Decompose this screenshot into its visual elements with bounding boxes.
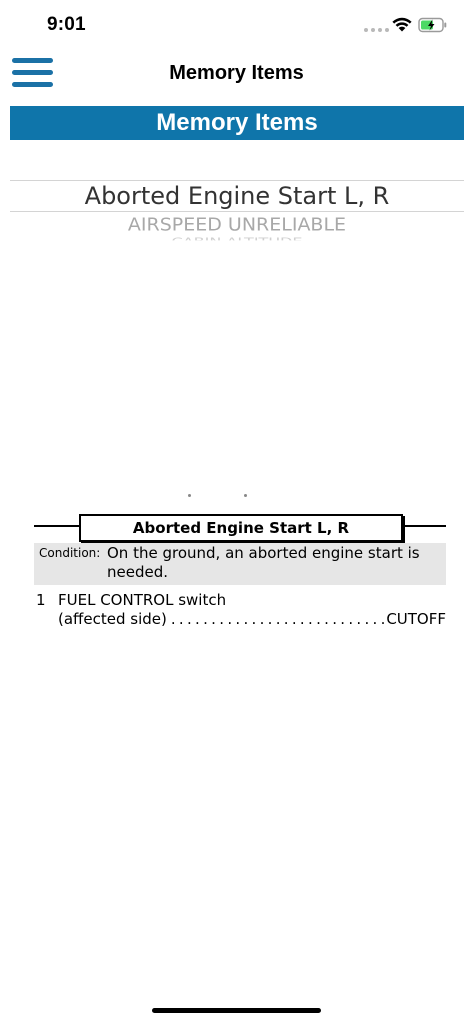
status-bar: 9:01 (0, 0, 473, 52)
picker-selection-line-bottom (10, 211, 464, 212)
checklist-picker[interactable]: Aborted Engine Start L, R AIRSPEED UNREL… (10, 150, 464, 500)
picker-fade-mark (188, 494, 191, 497)
condition-label: Condition: (39, 546, 101, 560)
wifi-icon (392, 17, 412, 32)
section-banner: Memory Items (10, 106, 464, 140)
step-qualifier: (affected side) (58, 610, 167, 628)
picker-item-next-2[interactable]: CABIN ALTITUDE (10, 236, 464, 241)
cellular-signal-icon (364, 28, 389, 32)
battery-charging-icon (418, 17, 447, 33)
picker-fade-mark (244, 494, 247, 497)
condition-text: On the ground, an aborted engine start i… (107, 544, 420, 581)
navigation-bar: Memory Items (0, 52, 473, 98)
step-item: FUEL CONTROL switch (58, 591, 227, 609)
step-action: CUTOFF (386, 610, 446, 628)
step-line-2: (affected side) ........................… (58, 610, 446, 629)
picker-item-next[interactable]: AIRSPEED UNRELIABLE (10, 215, 464, 235)
checklist-header: Aborted Engine Start L, R (34, 514, 446, 542)
checklist-title: Aborted Engine Start L, R (79, 514, 403, 542)
nav-title: Memory Items (169, 62, 304, 84)
header-rule-left (34, 525, 80, 527)
header-rule-right (400, 525, 446, 527)
picker-item-selected[interactable]: Aborted Engine Start L, R (10, 182, 464, 210)
step-leader-dots: ...................................... (170, 610, 386, 628)
step-number: 1 (36, 591, 46, 609)
condition-row: Condition: On the ground, an aborted eng… (34, 543, 446, 585)
status-time: 9:01 (47, 14, 86, 35)
home-indicator[interactable] (152, 1008, 321, 1013)
picker-selection-line-top (10, 180, 464, 181)
